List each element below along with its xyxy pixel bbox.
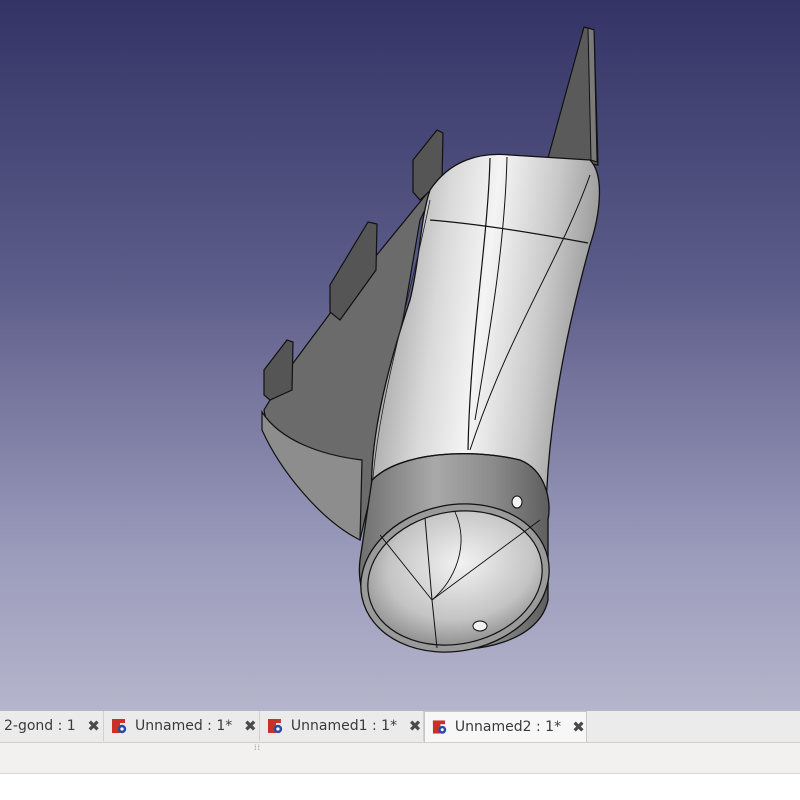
tab-unnamed[interactable]: Unnamed : 1* ✖ — [104, 711, 260, 741]
document-tab-bar: 2-gond : 1 ✖ Unnamed : 1* ✖ Unnamed1 : 1… — [0, 711, 800, 743]
close-icon[interactable]: ✖ — [242, 717, 258, 735]
tab-label: Unnamed1 : 1* — [290, 718, 398, 734]
tab-2-gond[interactable]: 2-gond : 1 ✖ — [0, 711, 104, 741]
tab-unnamed2[interactable]: Unnamed2 : 1* ✖ — [424, 711, 587, 742]
tab-unnamed1[interactable]: Unnamed1 : 1* ✖ — [260, 711, 424, 741]
tab-label: 2-gond : 1 — [4, 718, 76, 734]
freecad-document-icon — [267, 719, 283, 734]
close-icon[interactable]: ✖ — [86, 717, 102, 735]
freecad-document-icon — [112, 719, 127, 734]
tab-label: Unnamed : 1* — [135, 718, 233, 734]
splitter-handle[interactable]: ⁞⁞ — [254, 743, 261, 752]
3d-viewport[interactable] — [0, 0, 800, 711]
freecad-document-icon — [432, 720, 447, 734]
close-icon[interactable]: ✖ — [407, 717, 423, 735]
close-icon[interactable]: ✖ — [571, 718, 586, 736]
bottom-panel — [0, 774, 800, 800]
tab-label: Unnamed2 : 1* — [454, 719, 562, 735]
status-bar — [0, 743, 800, 774]
3d-model[interactable] — [0, 0, 800, 711]
